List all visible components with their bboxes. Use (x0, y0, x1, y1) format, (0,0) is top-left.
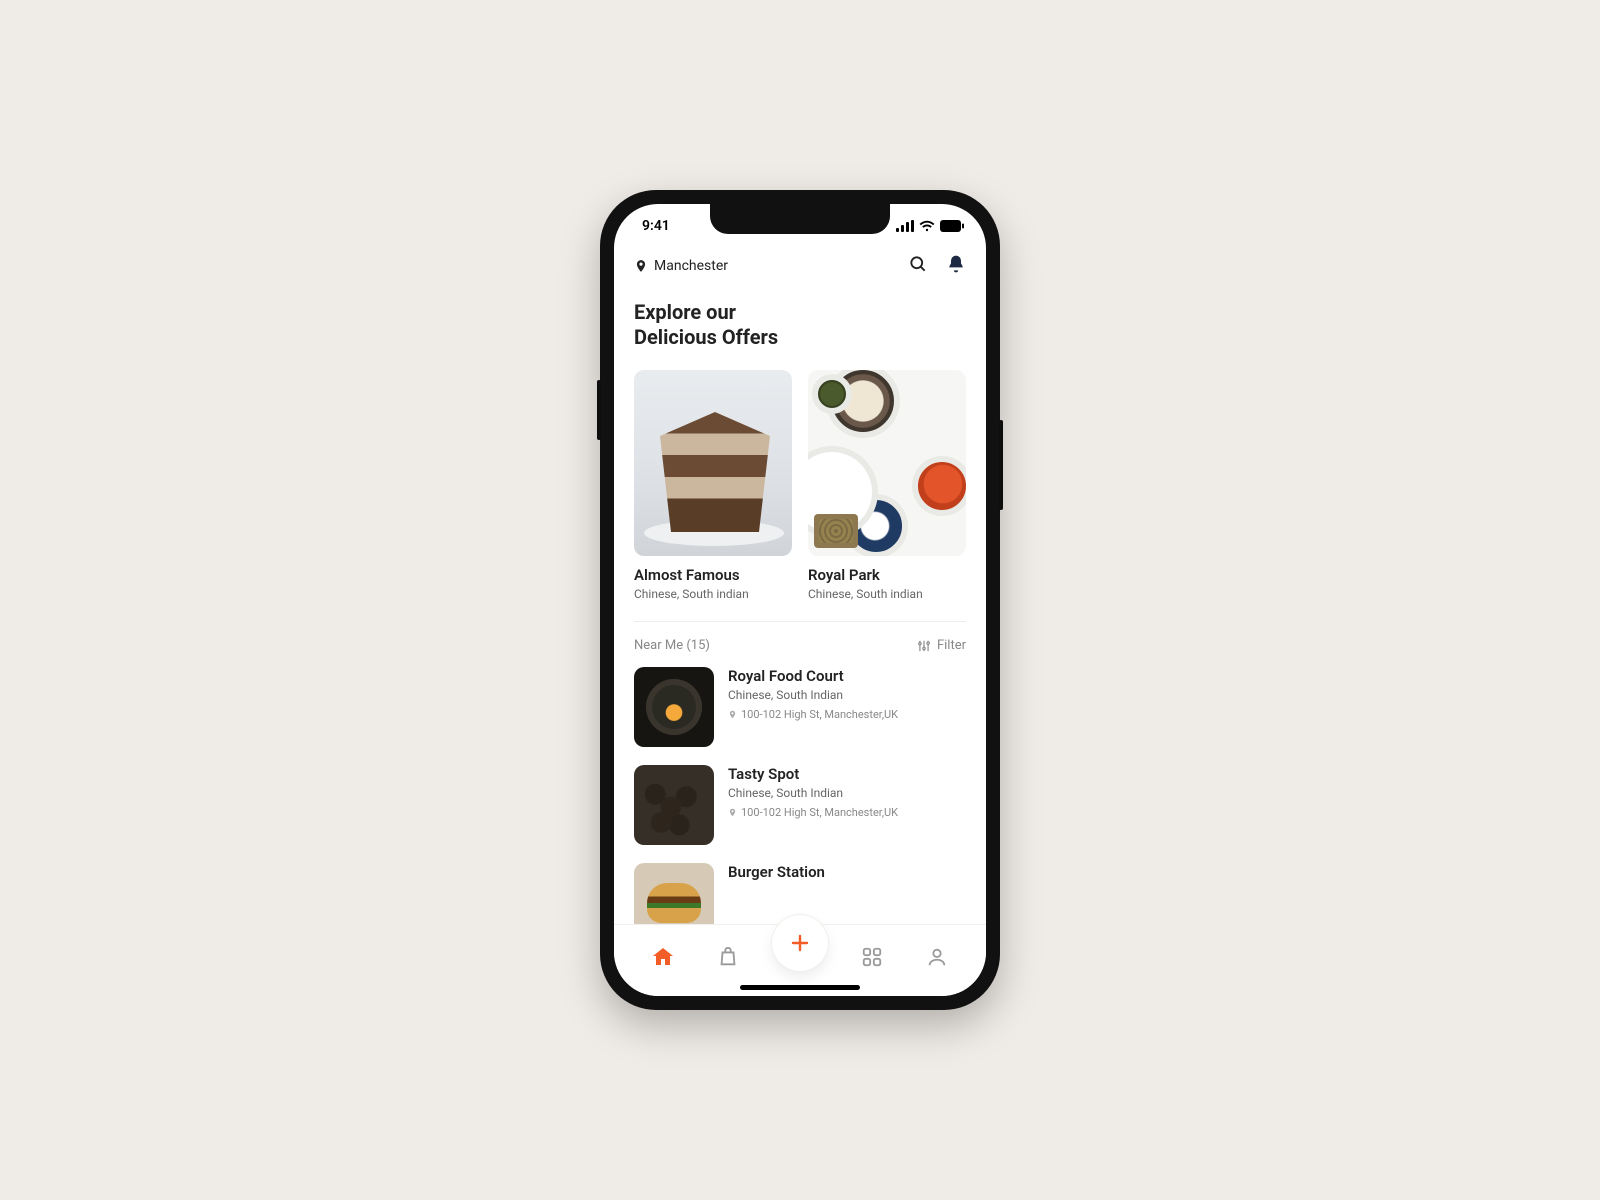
status-time: 9:41 (642, 218, 670, 234)
near-me-label: Near Me (15) (634, 638, 710, 653)
header-actions (908, 254, 966, 278)
pin-icon (728, 709, 737, 720)
near-me-row: Near Me (15) Filter (634, 638, 966, 653)
bell-icon[interactable] (946, 254, 966, 278)
restaurant-title: Burger Station (728, 863, 966, 881)
pin-icon (728, 807, 737, 818)
wifi-icon (919, 220, 935, 232)
search-icon[interactable] (908, 254, 928, 278)
restaurant-subtitle: Chinese, South Indian (728, 786, 966, 800)
restaurant-address: 100-102 High St, Manchester,UK (728, 708, 966, 721)
sliders-icon (917, 639, 931, 653)
restaurant-title: Tasty Spot (728, 765, 966, 783)
tab-bar (614, 924, 986, 996)
filter-button[interactable]: Filter (917, 638, 966, 653)
screen: 9:41 Manchester (614, 204, 986, 996)
tab-bag[interactable] (706, 935, 750, 979)
home-indicator[interactable] (740, 985, 860, 990)
tab-grid[interactable] (850, 935, 894, 979)
restaurant-address: 100-102 High St, Manchester,UK (728, 806, 966, 819)
offer-subtitle: Chinese, South indian (808, 587, 966, 601)
phone-frame: 9:41 Manchester (600, 190, 1000, 1010)
restaurant-address-text: 100-102 High St, Manchester,UK (741, 708, 898, 721)
location-label: Manchester (654, 258, 728, 274)
header-row: Manchester (634, 254, 966, 278)
offer-subtitle: Chinese, South indian (634, 587, 792, 601)
divider (634, 621, 966, 622)
pin-icon (634, 258, 648, 274)
location-picker[interactable]: Manchester (634, 258, 728, 274)
restaurant-title: Royal Food Court (728, 667, 966, 685)
offer-title: Royal Park (808, 566, 966, 584)
restaurant-list[interactable]: Royal Food Court Chinese, South Indian 1… (634, 667, 966, 924)
page-title-line2: Delicious Offers (634, 325, 778, 349)
restaurant-thumb (634, 765, 714, 845)
signal-icon (896, 220, 914, 232)
plus-icon (788, 931, 812, 955)
restaurant-subtitle: Chinese, South Indian (728, 688, 966, 702)
bag-icon (717, 946, 739, 968)
status-right (896, 220, 964, 232)
tab-home[interactable] (641, 935, 685, 979)
notch (710, 204, 890, 234)
restaurant-thumb (634, 667, 714, 747)
restaurant-info: Tasty Spot Chinese, South Indian 100-102… (728, 765, 966, 845)
restaurant-info: Burger Station (728, 863, 966, 924)
grid-icon (861, 946, 883, 968)
battery-icon (940, 220, 964, 232)
content: Manchester Explore our Delicious Offers (614, 248, 986, 924)
user-icon (926, 946, 948, 968)
page-title: Explore our Delicious Offers (634, 300, 966, 350)
offer-image (808, 370, 966, 556)
offer-card[interactable]: Almost Famous Chinese, South indian (634, 370, 792, 601)
page-title-line1: Explore our (634, 300, 736, 324)
offers-row[interactable]: Almost Famous Chinese, South indian Roya… (634, 370, 966, 601)
tab-profile[interactable] (915, 935, 959, 979)
offer-title: Almost Famous (634, 566, 792, 584)
restaurant-thumb (634, 863, 714, 924)
offer-card[interactable]: Royal Park Chinese, South indian (808, 370, 966, 601)
list-item[interactable]: Tasty Spot Chinese, South Indian 100-102… (634, 765, 966, 845)
filter-label: Filter (937, 638, 966, 653)
list-item[interactable]: Royal Food Court Chinese, South Indian 1… (634, 667, 966, 747)
tab-add[interactable] (772, 915, 828, 971)
home-icon (651, 945, 675, 969)
restaurant-address-text: 100-102 High St, Manchester,UK (741, 806, 898, 819)
restaurant-info: Royal Food Court Chinese, South Indian 1… (728, 667, 966, 747)
offer-image (634, 370, 792, 556)
